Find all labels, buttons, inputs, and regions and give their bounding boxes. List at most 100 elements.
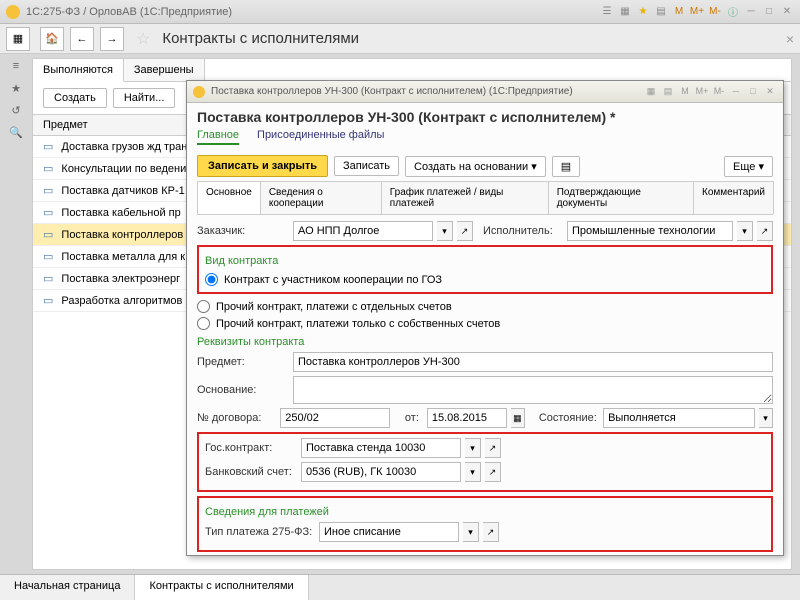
bottom-tab-start[interactable]: Начальная страница: [0, 575, 135, 600]
minimize-icon[interactable]: ─: [729, 86, 743, 98]
calendar-icon[interactable]: ▦: [511, 408, 525, 428]
doc-icon: ▭: [43, 184, 53, 197]
modal-titlebar[interactable]: Поставка контроллеров УН-300 (Контракт с…: [187, 81, 783, 103]
star-icon[interactable]: ★: [636, 5, 650, 19]
tab-pay[interactable]: График платежей / виды платежей: [381, 181, 549, 214]
calc-icon[interactable]: ▤: [654, 5, 668, 19]
radio-other1[interactable]: [197, 300, 210, 313]
dropdown-icon[interactable]: ▾: [737, 221, 753, 241]
menu-icon[interactable]: ≡: [8, 58, 24, 74]
list-label: Доставка грузов жд транс: [61, 141, 192, 153]
page-title: Контракты с исполнителями: [162, 30, 359, 47]
save-close-button[interactable]: Записать и закрыть: [197, 155, 328, 177]
open-icon[interactable]: ↗: [757, 221, 773, 241]
tab-main[interactable]: Основное: [197, 181, 261, 214]
nav-back-icon[interactable]: ←: [70, 27, 94, 51]
open-icon[interactable]: ↗: [485, 438, 501, 458]
help-icon[interactable]: ⓘ: [726, 5, 740, 19]
m-icon[interactable]: M: [672, 5, 686, 19]
basis-label: Основание:: [197, 384, 289, 396]
doc-icon: ▭: [43, 250, 53, 263]
generic-icon[interactable]: ☰: [600, 5, 614, 19]
radio-goz[interactable]: [205, 273, 218, 286]
date-input[interactable]: [427, 408, 507, 428]
apps-grid-icon[interactable]: ▦: [6, 27, 30, 51]
num-input[interactable]: [280, 408, 390, 428]
bottom-tab-contracts[interactable]: Контракты с исполнителями: [135, 575, 308, 600]
generic-icon[interactable]: ▦: [618, 5, 632, 19]
tab-running[interactable]: Выполняются: [33, 59, 124, 82]
state-input[interactable]: [603, 408, 755, 428]
modal-title-text: Поставка контроллеров УН-300 (Контракт с…: [211, 86, 573, 97]
state-label: Состояние:: [539, 412, 599, 424]
more-button[interactable]: Еще ▾: [724, 156, 773, 177]
list-label: Поставка кабельной пр: [61, 207, 180, 219]
maximize-icon[interactable]: □: [746, 86, 760, 98]
history-icon[interactable]: ↺: [8, 102, 24, 118]
chevron-down-icon: ▾: [758, 161, 764, 173]
open-icon[interactable]: ↗: [485, 462, 501, 482]
tool-icon[interactable]: ▤: [661, 86, 675, 98]
star-icon[interactable]: ★: [8, 80, 24, 96]
close-icon[interactable]: ✕: [763, 86, 777, 98]
dropdown-icon[interactable]: ▾: [437, 221, 453, 241]
minimize-icon[interactable]: ─: [744, 5, 758, 19]
m-plus-icon[interactable]: M+: [695, 86, 709, 98]
m-minus-icon[interactable]: M-: [708, 5, 722, 19]
num-label: № договора:: [197, 412, 276, 424]
m-plus-icon[interactable]: M+: [690, 5, 704, 19]
open-icon[interactable]: ↗: [457, 221, 473, 241]
m-minus-icon[interactable]: M-: [712, 86, 726, 98]
pay-type-label: Тип платежа 275-ФЗ:: [205, 526, 315, 538]
close-icon[interactable]: ✕: [780, 5, 794, 19]
gov-input[interactable]: [301, 438, 461, 458]
tab-coop[interactable]: Сведения о кооперации: [260, 181, 382, 214]
customer-input[interactable]: [293, 221, 433, 241]
subject-label: Предмет:: [197, 356, 289, 368]
bottom-tabs: Начальная страница Контракты с исполните…: [0, 574, 800, 600]
m-icon[interactable]: M: [678, 86, 692, 98]
pay-type-input[interactable]: [319, 522, 459, 542]
bank-input[interactable]: [301, 462, 461, 482]
radio-other2[interactable]: [197, 317, 210, 330]
nav-back-icon[interactable]: 🏠: [40, 27, 64, 51]
basis-input[interactable]: [293, 376, 773, 404]
from-label: от:: [398, 412, 419, 424]
pay-info-box: Сведения для платежей Тип платежа 275-ФЗ…: [197, 496, 773, 552]
dropdown-icon[interactable]: ▾: [759, 408, 773, 428]
modal-nav-files[interactable]: Присоединенные файлы: [257, 129, 384, 145]
create-on-label: Создать на основании: [414, 161, 528, 173]
section-details: Реквизиты контракта: [197, 336, 773, 348]
dropdown-icon[interactable]: ▾: [465, 438, 481, 458]
find-button[interactable]: Найти...: [113, 88, 176, 108]
tab-done[interactable]: Завершены: [124, 59, 205, 81]
executor-input[interactable]: [567, 221, 733, 241]
modal-form: Заказчик: ▾ ↗ Исполнитель: ▾ ↗ Вид контр…: [187, 215, 783, 555]
more-label: Еще: [733, 161, 755, 173]
section-contract-type: Вид контракта: [205, 255, 765, 267]
favorite-icon[interactable]: ☆: [136, 29, 150, 49]
tool-icon[interactable]: ▦: [644, 86, 658, 98]
doc-icon: ▭: [43, 228, 53, 241]
modal-nav-main[interactable]: Главное: [197, 129, 239, 145]
list-label: Поставка электроэнерг: [61, 273, 180, 285]
page-close-icon[interactable]: ×: [786, 31, 794, 47]
create-on-button[interactable]: Создать на основании ▾: [405, 156, 546, 177]
save-button[interactable]: Записать: [334, 156, 399, 176]
search-icon[interactable]: 🔍: [8, 124, 24, 140]
app-logo-icon: [6, 5, 20, 19]
report-button[interactable]: ▤: [552, 156, 580, 177]
radio-other2-label: Прочий контракт, платежи только с собств…: [216, 318, 500, 330]
nav-fwd-icon[interactable]: →: [100, 27, 124, 51]
subject-input[interactable]: [293, 352, 773, 372]
titlebar-right: ☰ ▦ ★ ▤ M M+ M- ⓘ ─ □ ✕: [600, 5, 794, 19]
doc-icon: ▭: [43, 140, 53, 153]
dropdown-icon[interactable]: ▾: [463, 522, 479, 542]
create-button[interactable]: Создать: [43, 88, 107, 108]
gov-bank-box: Гос.контракт: ▾ ↗ Банковский счет: ▾ ↗: [197, 432, 773, 492]
dropdown-icon[interactable]: ▾: [465, 462, 481, 482]
open-icon[interactable]: ↗: [483, 522, 499, 542]
maximize-icon[interactable]: □: [762, 5, 776, 19]
tab-comment[interactable]: Комментарий: [693, 181, 774, 214]
tab-docs[interactable]: Подтверждающие документы: [548, 181, 694, 214]
